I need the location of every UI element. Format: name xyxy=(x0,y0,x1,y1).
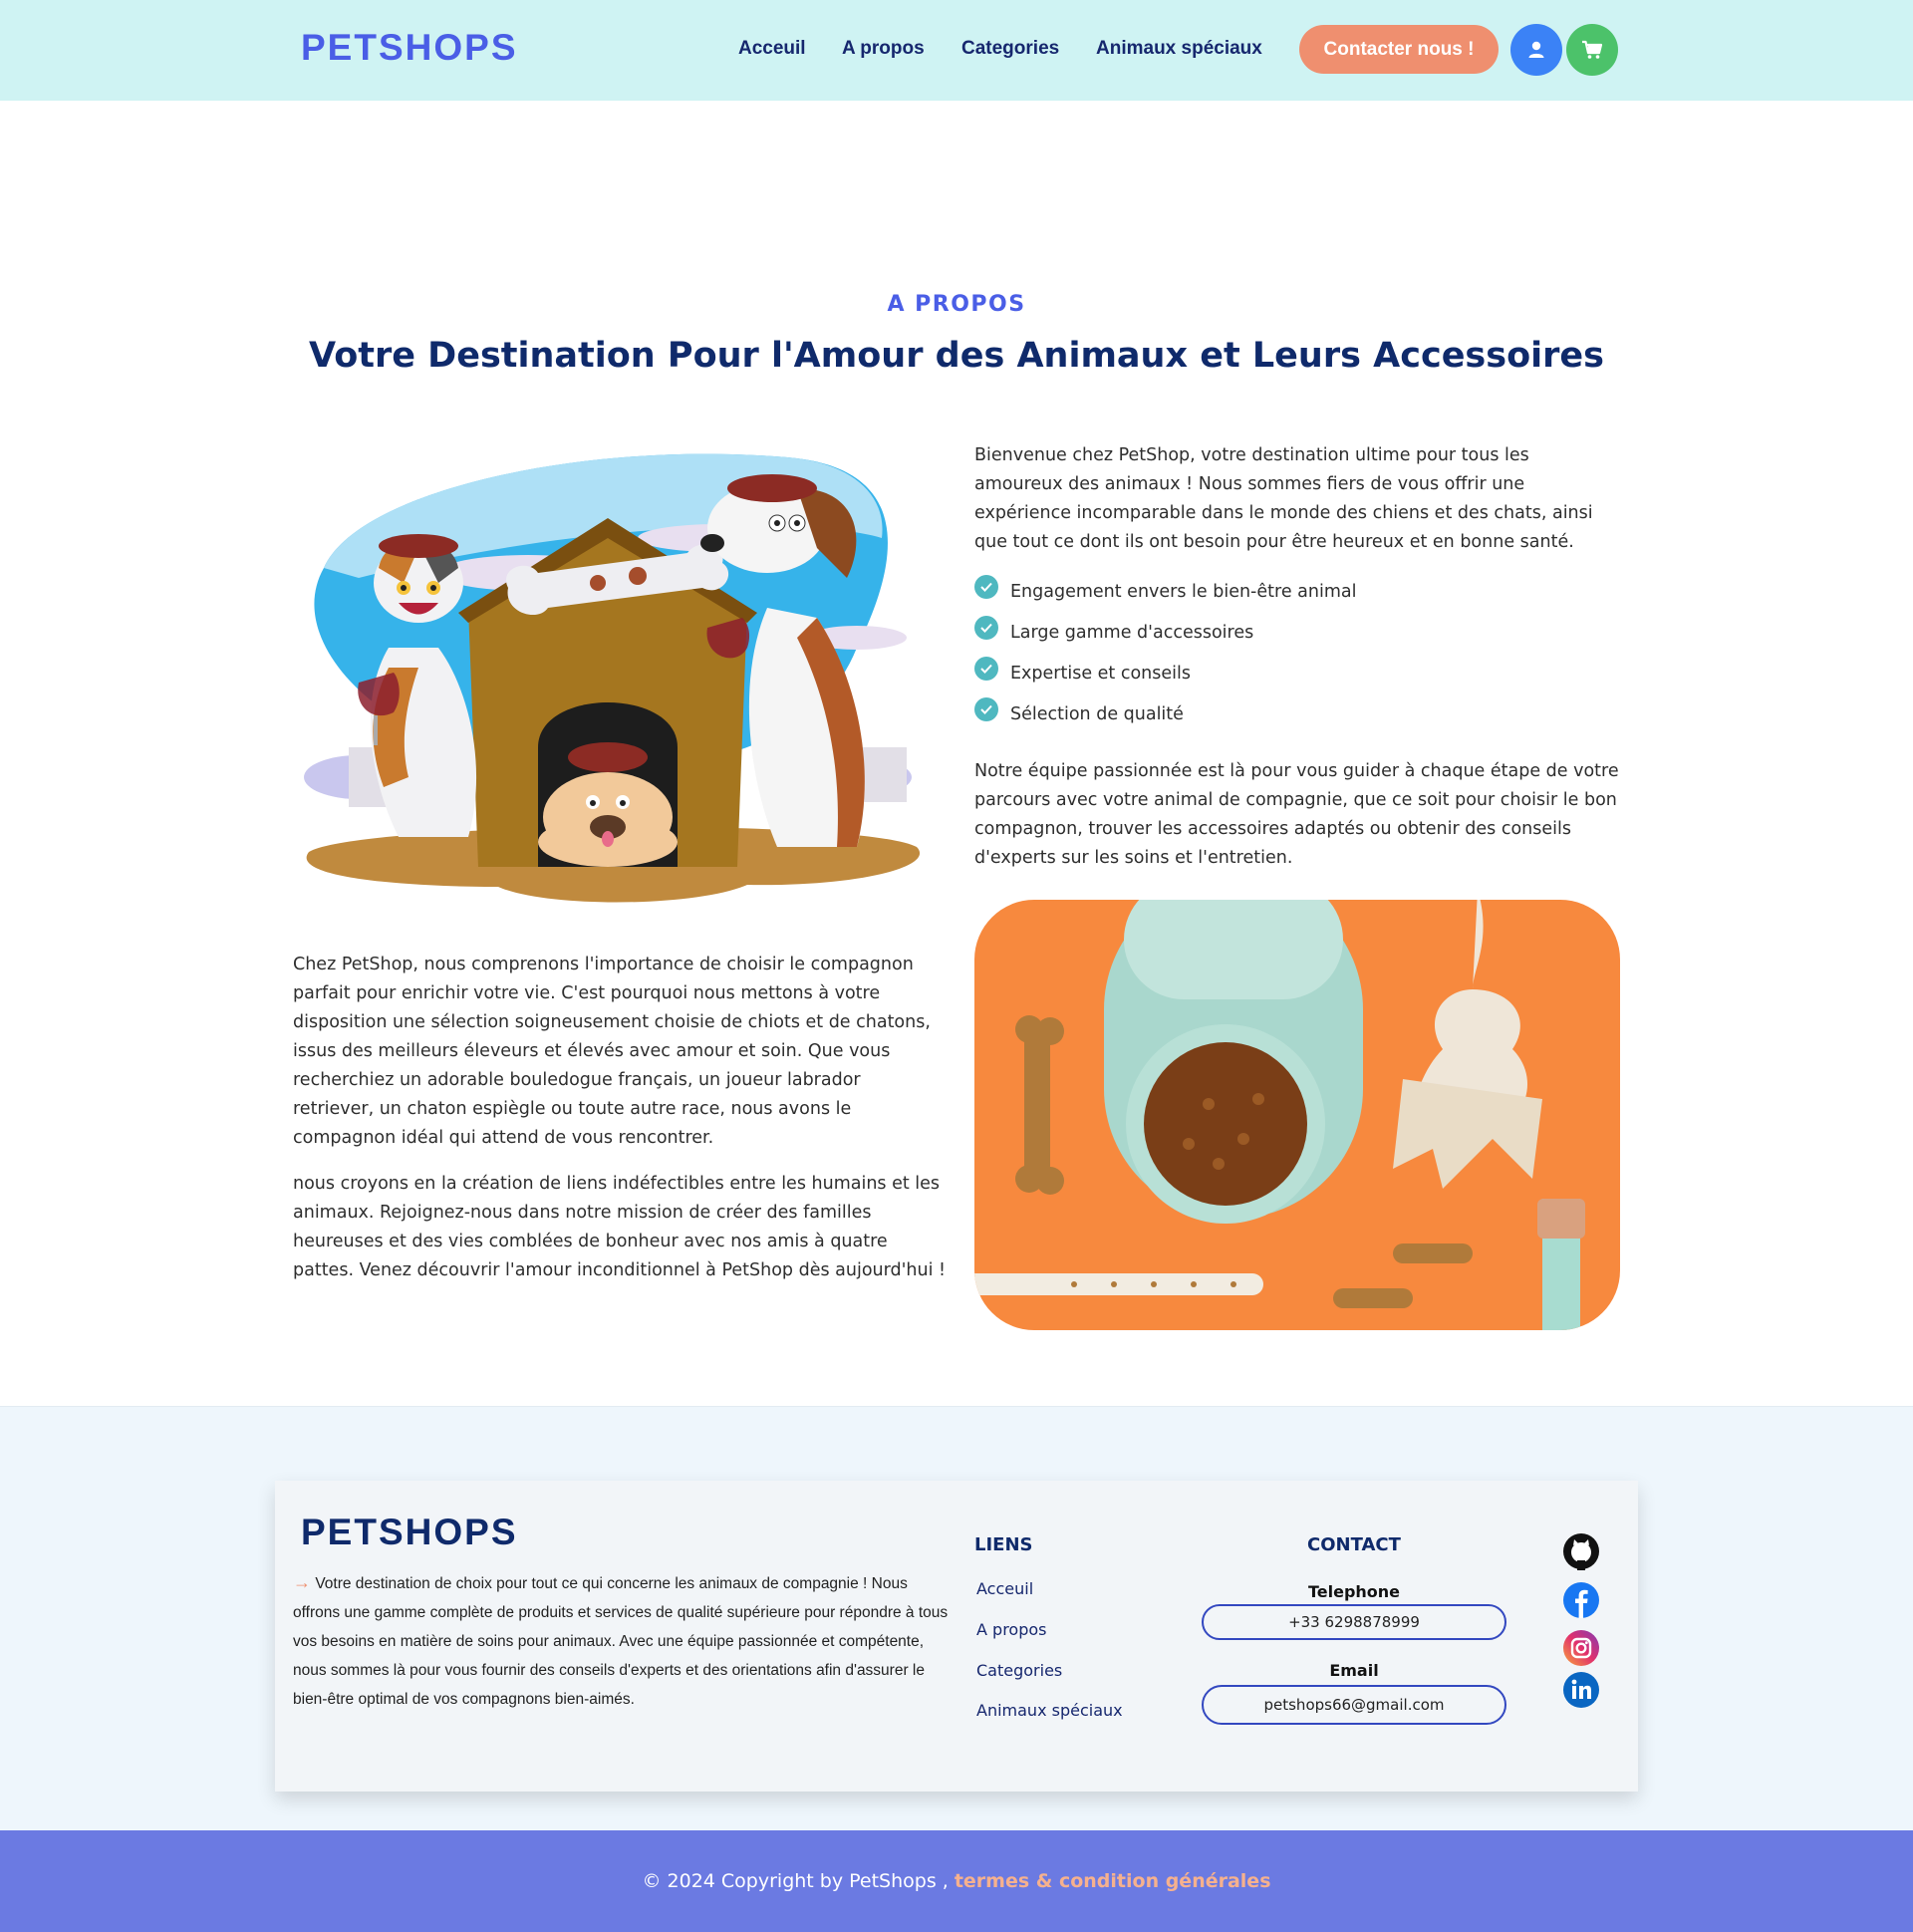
pets-doghouse-illustration xyxy=(304,453,921,903)
facebook-link[interactable] xyxy=(1561,1580,1601,1620)
copyright-text: © 2024 Copyright by PetShops , xyxy=(642,1870,949,1892)
cart-button[interactable] xyxy=(1566,24,1618,76)
copyright-bar: © 2024 Copyright by PetShops , termes & … xyxy=(0,1830,1913,1932)
team-text: Notre équipe passionnée est là pour vous… xyxy=(974,761,1619,868)
phone-label: Telephone xyxy=(1307,1582,1401,1601)
check-icon xyxy=(974,656,998,681)
phone-field[interactable]: +33 6298878999 xyxy=(1202,1604,1506,1640)
instagram-icon xyxy=(1563,1630,1599,1666)
companion-text: Chez PetShop, nous comprenons l'importan… xyxy=(293,955,931,1148)
site-header: PETSHOPS Acceuil A propos Categories Ani… xyxy=(0,0,1913,101)
instagram-link[interactable] xyxy=(1561,1628,1601,1668)
footer-logo[interactable]: PETSHOPS xyxy=(301,1512,518,1553)
feature-label: Sélection de qualité xyxy=(1010,703,1184,724)
check-icon xyxy=(974,696,998,721)
site-logo[interactable]: PETSHOPS xyxy=(301,27,518,69)
arrow-right-icon: → xyxy=(293,1572,311,1592)
linkedin-icon xyxy=(1563,1672,1599,1708)
feature-list: Engagement envers le bien-être animal La… xyxy=(974,571,1356,734)
footer-link-animaux-speciaux[interactable]: Animaux spéciaux xyxy=(976,1701,1123,1720)
check-icon xyxy=(974,574,998,599)
footer-link-categories[interactable]: Categories xyxy=(976,1661,1062,1680)
feature-label: Expertise et conseils xyxy=(1010,663,1191,684)
check-icon xyxy=(974,615,998,640)
nav-link-acceuil[interactable]: Acceuil xyxy=(738,38,806,60)
footer-description-text: Votre destination de choix pour tout ce … xyxy=(293,1575,949,1708)
cart-icon xyxy=(1582,40,1603,59)
feature-label: Engagement envers le bien-être animal xyxy=(1010,581,1357,602)
linkedin-link[interactable] xyxy=(1561,1670,1601,1710)
footer-link-a-propos[interactable]: A propos xyxy=(976,1620,1046,1639)
user-icon xyxy=(1528,41,1544,58)
contact-button[interactable]: Contacter nous ! xyxy=(1299,25,1499,74)
nav-link-animaux-speciaux[interactable]: Animaux spéciaux xyxy=(1096,38,1262,60)
feature-item: Expertise et conseils xyxy=(974,653,1356,693)
intro-text: Bienvenue chez PetShop, votre destinatio… xyxy=(974,445,1593,552)
footer-links-heading: LIENS xyxy=(974,1534,1033,1555)
github-icon xyxy=(1563,1533,1599,1570)
feature-item: Sélection de qualité xyxy=(974,693,1356,734)
email-field[interactable]: petshops66@gmail.com xyxy=(1202,1685,1506,1725)
terms-link[interactable]: termes & condition générales xyxy=(955,1870,1271,1892)
email-label: Email xyxy=(1329,1661,1379,1680)
nav-link-a-propos[interactable]: A propos xyxy=(842,38,925,60)
section-title: Votre Destination Pour l'Amour des Anima… xyxy=(309,336,1604,376)
footer-description: → Votre destination de choix pour tout c… xyxy=(293,1568,951,1714)
pet-accessories-photo xyxy=(974,900,1620,1330)
nav-link-categories[interactable]: Categories xyxy=(961,38,1059,60)
footer-link-acceuil[interactable]: Acceuil xyxy=(976,1579,1033,1598)
facebook-icon xyxy=(1563,1582,1599,1618)
github-link[interactable] xyxy=(1561,1531,1601,1571)
section-label: A PROPOS xyxy=(887,292,1026,317)
footer-contact-heading: CONTACT xyxy=(1307,1534,1401,1555)
feature-item: Large gamme d'accessoires xyxy=(974,612,1356,653)
mission-text: nous croyons en la création de liens ind… xyxy=(293,1174,947,1280)
feature-item: Engagement envers le bien-être animal xyxy=(974,571,1356,612)
feature-label: Large gamme d'accessoires xyxy=(1010,622,1254,643)
user-button[interactable] xyxy=(1510,24,1562,76)
